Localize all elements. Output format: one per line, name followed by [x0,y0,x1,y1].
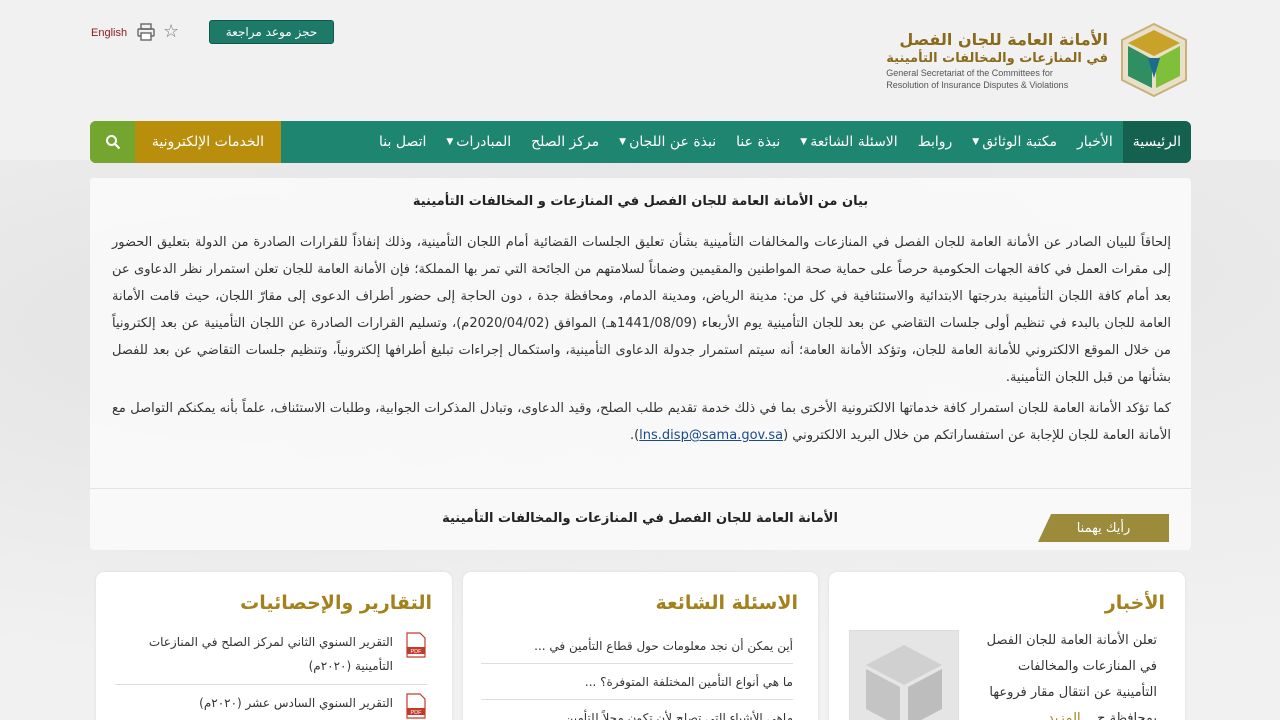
faq-card: الاسئلة الشائعة أين يمكن أن نجد معلومات … [463,572,818,720]
nav-label: مكتبة الوثائق [982,134,1057,150]
news-item-text: تعلن الأمانة العامة للجان الفصل في المنا… [986,633,1157,720]
paragraph-text: ). [629,428,640,443]
nav-label: الأخبار [1076,134,1113,150]
news-item[interactable]: تعلن الأمانة العامة للجان الفصل في المنا… [977,628,1157,720]
nav-item-reconciliation[interactable]: مركز الصلح [521,121,609,163]
email-link[interactable]: lns.disp@sama.gov.sa [639,428,783,443]
news-card: الأخبار تعلن الأمانة العامة للجان الفصل … [829,572,1185,720]
nav-label: المبادرات [456,134,512,150]
logo-arabic-line1: الأمانة العامة للجان الفصل [899,29,1108,49]
chevron-down-icon: ▼ [619,137,627,147]
svg-text:PDF: PDF [411,710,423,716]
nav-item-contact[interactable]: اتصل بنا [369,121,436,163]
search-button[interactable] [90,121,135,163]
book-appointment-button[interactable]: حجز موعد مراجعة [209,20,334,44]
report-item[interactable]: PDF التقرير السنوي السادس عشر (٢٠٢٠م) [115,685,427,720]
feedback-org-text: الأمانة العامة للجان الفصل في المنازعات … [442,511,838,526]
language-switch-link[interactable]: English [91,27,127,39]
reports-card-title[interactable]: التقارير والإحصائيات [240,592,432,614]
faq-item[interactable]: ما هي أنواع التأمين المختلفة المتوفرة؟ .… [481,664,793,700]
statement-title: بيان من الأمانة العامة للجان الفصل في ال… [412,194,869,209]
header: الأمانة العامة للجان الفصل في المنازعات … [0,0,1280,120]
nav-item-about-committees[interactable]: نبذة عن اللجان ▼ [609,121,726,163]
logo-english-line2: Resolution of Insurance Disputes & Viola… [886,79,1069,90]
statement-paragraph-2: كما تؤكد الأمانة العامة للجان استمرار كا… [112,395,1171,449]
read-more-link[interactable]: المزيد [1048,711,1081,720]
divider [90,488,1191,489]
main-nav: الرئيسية الأخبار مكتبة الوثائق ▼ روابط ال… [90,121,1191,163]
chevron-down-icon: ▼ [972,137,980,147]
chevron-down-icon: ▼ [800,137,808,147]
report-title: التقرير السنوي السادس عشر (٢٠٢٠م) [199,696,393,710]
report-item[interactable]: PDF التقرير السنوي الثاني لمركز الصلح في… [115,624,427,685]
star-icon[interactable]: ☆ [163,22,183,42]
nav-item-links[interactable]: روابط [908,121,963,163]
logo-arabic-line2: في المنازعات والمخالفات التأمينية [886,50,1108,66]
svg-text:PDF: PDF [411,649,423,655]
reports-card: التقارير والإحصائيات PDF التقرير السنوي … [96,572,452,720]
faq-item[interactable]: ماهي الأشياء التي تصلح لأن تكون محلاً لل… [481,700,793,720]
faq-item[interactable]: أين يمكن أن نجد معلومات حول قطاع التأمين… [481,628,793,664]
pdf-icon: PDF [406,693,426,719]
nav-label: اتصل بنا [379,134,427,150]
logo-english-line1: General Secretariat of the Committees fo… [886,67,1053,78]
nav-label: نبذة عن اللجان [629,134,717,150]
chevron-down-icon: ▼ [446,137,454,147]
print-icon[interactable] [137,23,155,41]
logo-text: الأمانة العامة للجان الفصل في المنازعات … [886,30,1108,91]
nav-item-news[interactable]: الأخبار [1067,121,1123,163]
search-icon [105,135,120,150]
news-thumbnail[interactable] [849,630,959,720]
eservices-button[interactable]: الخدمات الإلكترونية [135,121,281,163]
nav-label: مركز الصلح [531,134,600,150]
nav-item-documents[interactable]: مكتبة الوثائق ▼ [962,121,1067,163]
faq-list: أين يمكن أن نجد معلومات حول قطاع التأمين… [481,628,793,720]
feedback-tab[interactable]: رأيك يهمنا [1038,514,1169,542]
news-card-title[interactable]: الأخبار [1105,592,1165,614]
nav-item-home[interactable]: الرئيسية [1122,121,1191,163]
reports-list: PDF التقرير السنوي الثاني لمركز الصلح في… [115,624,427,720]
nav-label: الاسئلة الشائعة [810,134,898,150]
faq-card-title[interactable]: الاسئلة الشائعة [656,592,799,614]
logo-emblem-icon [1121,22,1187,98]
nav-label: نبذة عنا [736,134,781,150]
nav-item-faq[interactable]: الاسئلة الشائعة ▼ [790,121,907,163]
pdf-icon: PDF [406,632,426,658]
statement-panel: بيان من الأمانة العامة للجان الفصل في ال… [90,178,1191,550]
statement-body: إلحاقاً للبيان الصادر عن الأمانة العامة … [90,209,1191,449]
nav-label: الرئيسية [1132,134,1181,150]
nav-label: روابط [917,134,953,150]
site-logo[interactable]: الأمانة العامة للجان الفصل في المنازعات … [886,22,1190,98]
logo-placeholder-icon [866,645,942,720]
report-title: التقرير السنوي الثاني لمركز الصلح في الم… [148,635,393,673]
nav-item-about[interactable]: نبذة عنا [726,121,790,163]
statement-paragraph-1: إلحاقاً للبيان الصادر عن الأمانة العامة … [112,235,1172,385]
nav-item-initiatives[interactable]: المبادرات ▼ [436,121,521,163]
